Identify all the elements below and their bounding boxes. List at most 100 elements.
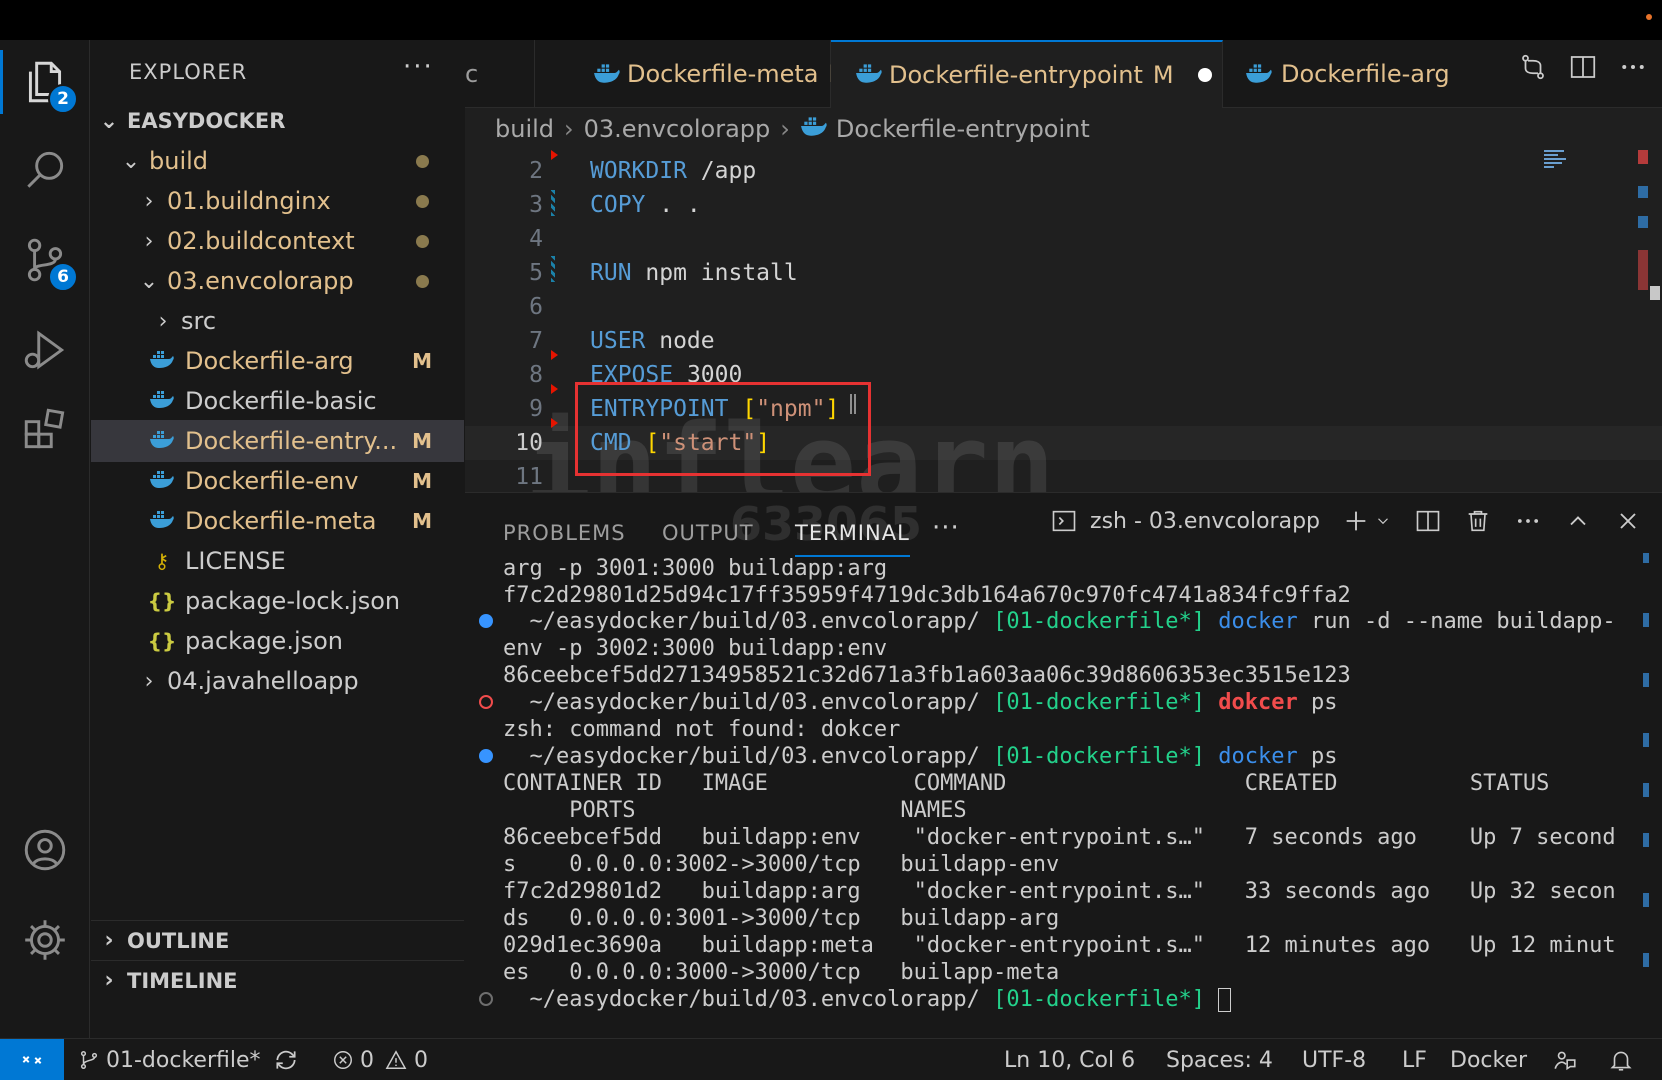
breadcrumb-item[interactable]: Dockerfile-entrypoint: [836, 115, 1090, 143]
split-editor-icon[interactable]: [1568, 52, 1598, 82]
branch-status[interactable]: 01-dockerfile*: [78, 1039, 299, 1080]
terminal-scrollbar[interactable]: [1643, 553, 1653, 993]
modified-dot: [416, 194, 429, 208]
code-text: npm install: [631, 260, 798, 286]
json-icon: {}: [147, 589, 177, 613]
tree-item-label: Dockerfile-env: [185, 467, 359, 495]
extensions-activity-button[interactable]: [0, 390, 90, 470]
tree-item-package-json[interactable]: {} package.json: [91, 620, 464, 662]
source-control-activity-button[interactable]: 6: [0, 220, 90, 300]
status-bar: 01-dockerfile* 0 0 Ln 10, Col 6 Spaces: …: [0, 1038, 1662, 1080]
tree-item-02-buildcontext[interactable]: › 02.buildcontext: [91, 220, 464, 262]
encoding-status[interactable]: UTF-8: [1302, 1039, 1366, 1080]
remote-button[interactable]: [0, 1039, 64, 1080]
problems-status[interactable]: 0 0: [332, 1039, 428, 1080]
command-error-marker[interactable]: [479, 695, 493, 709]
modified-dot: [416, 234, 429, 248]
tree-item-dockerfile-env[interactable]: Dockerfile-env M: [91, 460, 464, 502]
panel-more-button[interactable]: ···: [932, 513, 960, 543]
tab-terminal[interactable]: TERMINAL: [795, 521, 910, 557]
terminal-selector[interactable]: zsh - 03.envcolorapp: [1050, 507, 1320, 535]
apple-icon: [503, 744, 516, 769]
eol-status[interactable]: LF: [1402, 1039, 1427, 1080]
cursor-position[interactable]: Ln 10, Col 6: [1004, 1039, 1135, 1080]
notifications-button[interactable]: [1608, 1039, 1634, 1080]
more-actions-icon[interactable]: [1514, 507, 1542, 535]
terminal-line: ds 0.0.0.0:3001->3000/tcp buildapp-arg: [503, 906, 1060, 931]
terminal-prompt-line: ~/easydocker/build/03.envcolorapp/ [01-d…: [503, 986, 1232, 1013]
line-number: 6: [529, 294, 543, 320]
more-actions-icon[interactable]: [1618, 52, 1648, 82]
unsaved-dot-icon[interactable]: [1197, 68, 1212, 82]
close-icon[interactable]: [1614, 507, 1642, 535]
manage-activity-button[interactable]: [0, 900, 90, 980]
outline-section[interactable]: › OUTLINE: [91, 920, 464, 960]
chevron-down-icon: ⌄: [121, 148, 141, 174]
code-line: 3 COPY . .: [465, 188, 1662, 222]
terminal-line: env -p 3002:3000 buildapp:env: [503, 636, 888, 661]
tab-output[interactable]: OUTPUT: [662, 521, 754, 545]
apple-icon: [503, 609, 516, 634]
sync-icon[interactable]: [273, 1047, 299, 1073]
modified-dot: [416, 274, 429, 288]
chevron-right-icon: ›: [780, 115, 790, 143]
compare-changes-icon[interactable]: [1518, 52, 1548, 82]
breadcrumb-item[interactable]: build: [495, 115, 554, 143]
split-terminal-icon[interactable]: [1414, 507, 1442, 535]
feedback-button[interactable]: [1552, 1039, 1578, 1080]
terminal-line: f7c2d29801d2 buildapp:arg "docker-entryp…: [503, 879, 1616, 904]
run-debug-activity-button[interactable]: [0, 310, 90, 390]
tree-item-03-envcolorapp[interactable]: ⌄ 03.envcolorapp: [91, 260, 464, 302]
tree-item-dockerfile-meta[interactable]: Dockerfile-meta M: [91, 500, 464, 542]
source-control-badge: 6: [48, 262, 78, 292]
tree-item-01-buildnginx[interactable]: › 01.buildnginx: [91, 180, 464, 222]
line-number: 2: [529, 158, 543, 184]
prompt-path: ~/easydocker/build/03.envcolorapp/: [529, 690, 980, 715]
accounts-activity-button[interactable]: [0, 810, 90, 890]
editor-scrollbar[interactable]: [1628, 150, 1662, 492]
minimap[interactable]: [1528, 150, 1628, 350]
tab-dockerfile-arg[interactable]: Dockerfile-arg: [1223, 40, 1463, 108]
workspace-root[interactable]: ⌄ EASYDOCKER: [91, 100, 464, 142]
timeline-section[interactable]: › TIMELINE: [91, 960, 464, 1000]
line-number: 7: [529, 328, 543, 354]
explorer-more-button[interactable]: ···: [403, 52, 434, 82]
terminal-line: s 0.0.0.0:3002->3000/tcp buildapp-env: [503, 852, 1060, 877]
tab-partial[interactable]: c: [465, 40, 535, 108]
new-terminal-button[interactable]: [1342, 507, 1392, 535]
tree-item-build[interactable]: ⌄ build: [91, 140, 464, 182]
prompt-branch: [01-dockerfile*]: [993, 690, 1206, 715]
explorer-activity-button[interactable]: 2: [0, 42, 90, 122]
command-success-marker[interactable]: [479, 749, 493, 763]
chevron-right-icon: ›: [144, 228, 154, 254]
tree-item-package-lock-json[interactable]: {} package-lock.json: [91, 580, 464, 622]
tree-item-04-javahelloapp[interactable]: › 04.javahelloapp: [91, 660, 464, 702]
terminal-icon: [1052, 510, 1076, 532]
tree-item-dockerfile-basic[interactable]: Dockerfile-basic: [91, 380, 464, 422]
docker-icon: [145, 509, 179, 534]
chevron-up-icon[interactable]: [1564, 507, 1592, 535]
tree-item-license[interactable]: ⚷ LICENSE: [91, 540, 464, 582]
tab-dockerfile-entrypoint[interactable]: Dockerfile-entrypoint M: [831, 40, 1223, 108]
tree-item-label: 01.buildnginx: [167, 187, 331, 215]
breadcrumb-item[interactable]: 03.envcolorapp: [584, 115, 771, 143]
search-activity-button[interactable]: [0, 130, 90, 210]
error-icon: [334, 1051, 352, 1069]
tree-item-label: Dockerfile-basic: [185, 387, 377, 415]
tab-problems[interactable]: PROBLEMS: [503, 521, 626, 545]
tree-item-dockerfile-arg[interactable]: Dockerfile-arg M: [91, 340, 464, 382]
editor-actions: [1518, 52, 1648, 82]
command-success-marker[interactable]: [479, 614, 493, 628]
terminal-output[interactable]: arg -p 3001:3000 buildapp:arg f7c2d29801…: [465, 555, 1662, 1035]
timeline-label: TIMELINE: [127, 968, 238, 993]
line-number: 9: [529, 396, 543, 422]
terminal-prompt-line: ~/easydocker/build/03.envcolorapp/ [01-d…: [503, 608, 1616, 635]
language-status[interactable]: Docker: [1450, 1039, 1527, 1080]
trash-icon[interactable]: [1464, 507, 1492, 535]
indentation-status[interactable]: Spaces: 4: [1166, 1039, 1273, 1080]
tab-dockerfile-meta[interactable]: Dockerfile-meta M: [535, 40, 849, 108]
warning-count: 0: [414, 1047, 428, 1073]
tree-item-src[interactable]: › src: [91, 300, 464, 342]
license-icon: ⚷: [154, 549, 170, 573]
tree-item-dockerfile-entrypoint[interactable]: Dockerfile-entry... M: [91, 420, 464, 462]
